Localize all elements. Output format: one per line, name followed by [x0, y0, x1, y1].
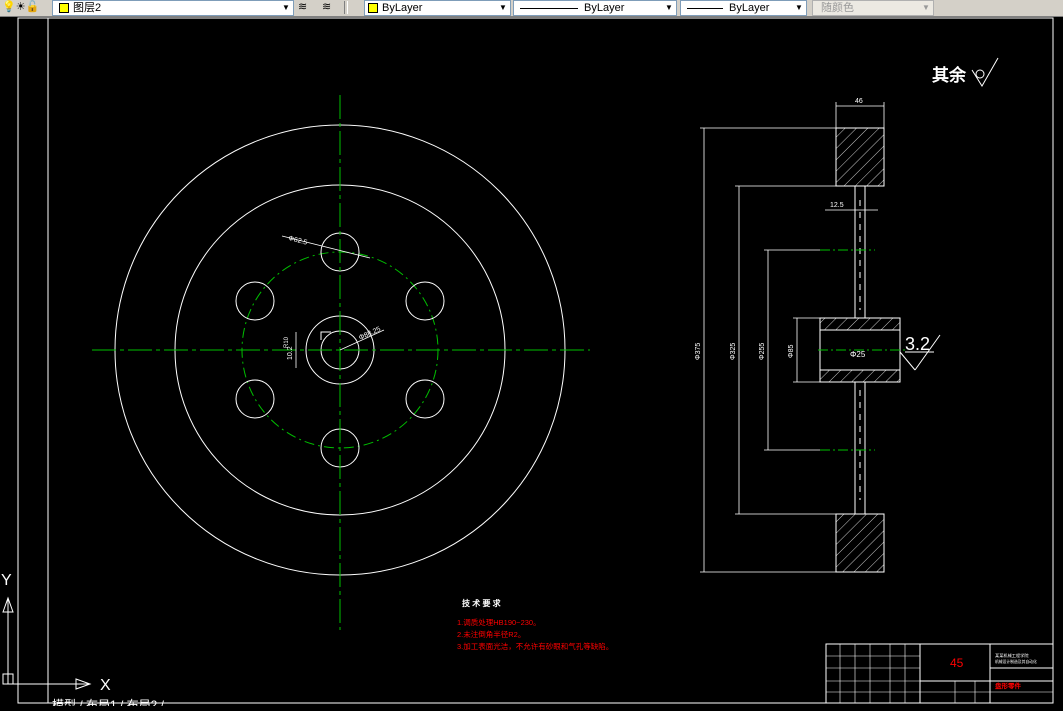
material-text: 45: [950, 656, 964, 670]
layer-stack-icon[interactable]: ≋: [298, 1, 307, 14]
linetype-dropdown[interactable]: ByLayer ▼: [513, 0, 677, 16]
school-text: 某某机械工程学院: [995, 652, 1029, 659]
layout-tabs[interactable]: 模型 / 布局1 / 布局2 /: [52, 698, 165, 711]
color-dropdown[interactable]: ByLayer ▼: [364, 0, 511, 16]
lineweight-dropdown[interactable]: ByLayer ▼: [680, 0, 807, 16]
tech-note-3: 3.加工表面光洁，不允许有砂眼和气孔等缺陷。: [457, 641, 613, 651]
ucs-y-label: Y: [1, 572, 12, 589]
bolt-hole: [405, 379, 445, 419]
color-value: ByLayer: [382, 2, 423, 14]
cad-drawing: Φ62.5 Φ88.25 10.2 R10 Φ25 46 12.5 Φ375 Φ…: [1, 17, 1054, 711]
bolt-hole: [235, 379, 275, 419]
keyway: [320, 331, 331, 340]
hub-bottom-hatch: [819, 369, 901, 383]
lower-web: [854, 381, 866, 515]
chevron-down-icon[interactable]: ▼: [793, 1, 805, 15]
layer-previous-icon[interactable]: ≋: [322, 1, 331, 14]
layer-name: 图层2: [73, 2, 102, 14]
tech-note-2: 2.未注倒角半径R2。: [457, 629, 525, 639]
part-name-text: 盘形零件: [995, 681, 1022, 690]
hub-top-hatch: [819, 317, 901, 331]
lineweight-value: ByLayer: [729, 2, 770, 14]
bolt-hole: [235, 281, 275, 321]
chevron-down-icon[interactable]: ▼: [280, 1, 292, 15]
roughness-other-label: 其余: [932, 65, 967, 85]
section-view: Φ25 46 12.5 Φ375 Φ325 Φ255 Φ85 3.2: [695, 98, 941, 573]
layer-dropdown[interactable]: 图层2 ▼: [52, 0, 294, 16]
properties-toolbar: 💡☀🔓 图层2 ▼ ≋ ≋ ByLayer ▼ ByLayer ▼ ByLaye…: [0, 0, 1063, 17]
roughness-circle: [975, 69, 985, 79]
top-rim-section: [835, 127, 885, 187]
ucs-x-label: X: [100, 677, 111, 694]
key-dim-text-2: R10: [284, 336, 290, 348]
color-swatch: [368, 3, 378, 14]
drawing-border-outer: [17, 17, 1054, 704]
title-block: 45 盘形零件 某某机械工程学院 机械设计制造及其自动化: [825, 643, 1054, 704]
drawing-canvas[interactable]: Φ62.5 Φ88.25 10.2 R10 Φ25 46 12.5 Φ375 Φ…: [0, 17, 1063, 711]
tech-notes-title: 技 术 要 求: [462, 598, 502, 608]
d1-dim: Φ375: [695, 343, 702, 360]
roughness-value: 3.2: [905, 334, 930, 354]
lineweight-preview: [687, 7, 723, 9]
d2-dim: Φ325: [730, 343, 737, 360]
linetype-value: ByLayer: [584, 2, 625, 14]
web-dim: 12.5: [830, 202, 844, 209]
width-dim: 46: [855, 98, 863, 105]
hole-dim-text: Φ62.5: [288, 235, 308, 246]
bottom-rim-section: [835, 513, 885, 573]
toolbar-separator: [344, 1, 348, 14]
tech-note-1: 1.调质处理HB190~230。: [457, 617, 541, 627]
front-view: Φ62.5 Φ88.25 10.2 R10: [92, 95, 590, 630]
chevron-down-icon[interactable]: ▼: [497, 1, 509, 15]
layer-state-icons[interactable]: 💡☀🔓: [2, 1, 39, 14]
d3-dim: Φ255: [759, 343, 766, 360]
linetype-preview: [520, 7, 578, 9]
bore-dim-text: Φ88.25: [358, 326, 382, 342]
plotstyle-value: 随颜色: [821, 2, 854, 14]
chevron-down-icon[interactable]: ▼: [663, 1, 675, 15]
bore-dim: Φ25: [850, 350, 866, 359]
company-text: 机械设计制造及其自动化: [995, 659, 1037, 664]
d4-dim: Φ85: [788, 345, 795, 358]
roughness-leg: [899, 351, 916, 371]
roughness-symbol: [971, 57, 999, 87]
technical-notes: 技 术 要 求 1.调质处理HB190~230。 2.未注倒角半径R2。 3.加…: [457, 598, 613, 651]
plotstyle-dropdown: 随颜色 ▼: [812, 0, 934, 16]
chevron-down-icon: ▼: [922, 3, 930, 12]
layer-color-swatch: [59, 3, 69, 14]
